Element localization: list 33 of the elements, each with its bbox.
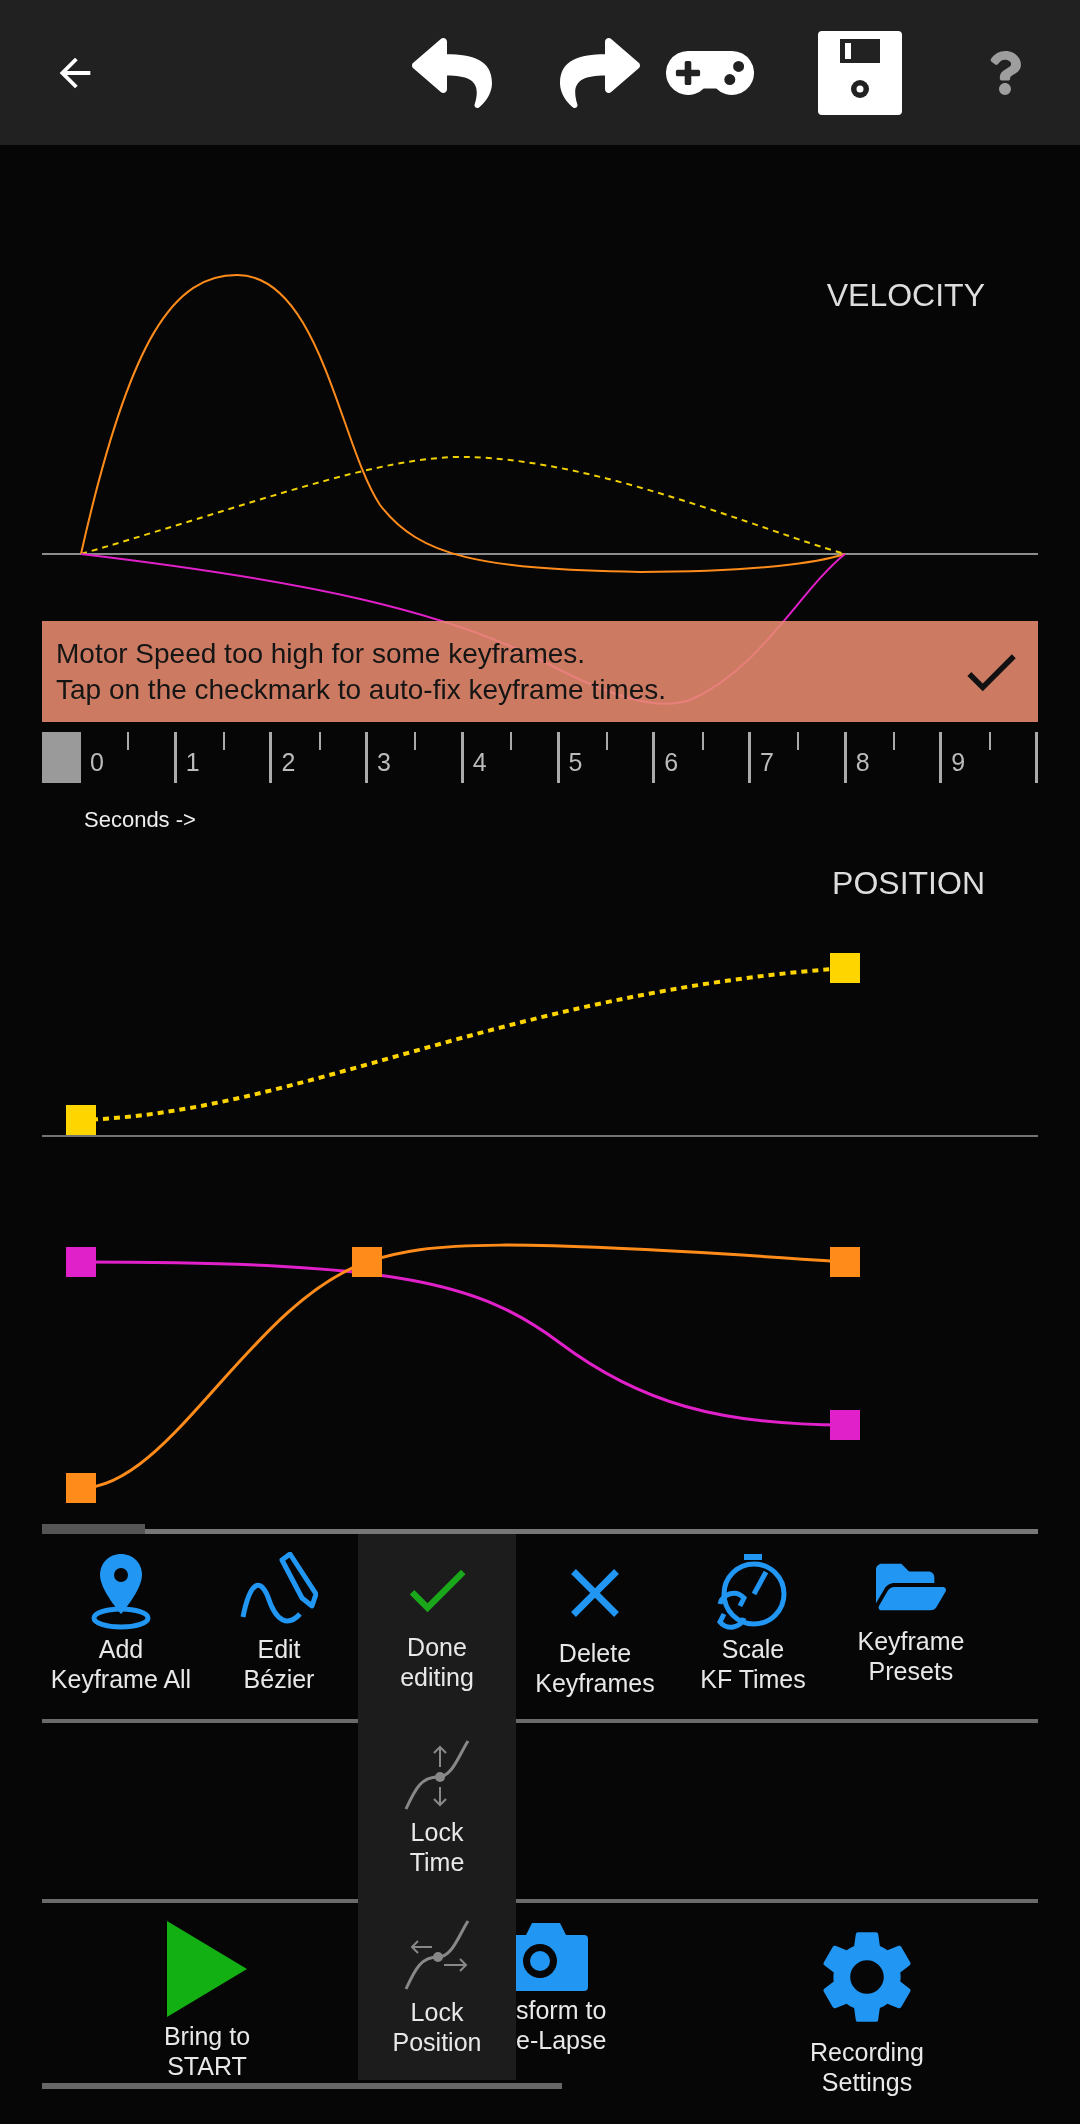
tick-label: 9 [950, 748, 966, 778]
tick-label: 1 [184, 748, 200, 778]
tick-label: 2 [280, 748, 296, 778]
toolbar-button[interactable]: Add Keyframe All [42, 1534, 200, 1719]
scroll-thumb[interactable] [42, 1524, 145, 1534]
warning-text: Motor Speed too high for some keyframes. Tap on the checkmark to auto-fix keyframe times. [56, 636, 667, 707]
keyframe-marker[interactable] [830, 953, 860, 983]
playhead-handle[interactable] [42, 732, 81, 783]
axis-label: Seconds -> [83, 807, 197, 833]
keyframe-marker[interactable] [352, 1247, 382, 1277]
keyframe-marker[interactable] [66, 1105, 96, 1135]
play-icon [167, 1921, 247, 2017]
toolbar-button[interactable]: Scale KF Times [674, 1534, 832, 1719]
keyframe-marker[interactable] [66, 1473, 96, 1503]
tick-label: 4 [471, 748, 487, 778]
tick-label: 6 [663, 748, 679, 778]
menu-item[interactable]: Lock Time [358, 1719, 516, 1899]
keyframe-marker[interactable] [830, 1410, 860, 1440]
tick-label: 8 [854, 748, 870, 778]
tick-label: 3 [376, 748, 391, 778]
toolbar-button[interactable]: Delete Keyframes [516, 1534, 674, 1719]
tick-label: 0 [89, 748, 104, 778]
location-pin-icon [90, 1552, 152, 1630]
position-title: POSITION [832, 865, 985, 901]
tick-label: 7 [758, 748, 774, 778]
toolbar-button[interactable]: Edit Bézier [200, 1534, 358, 1719]
toolbar-button[interactable]: Recording Settings [702, 1903, 1032, 2097]
toolbar-button[interactable]: Keyframe Presets [832, 1534, 990, 1719]
keyframe-marker[interactable] [830, 1247, 860, 1277]
tick-label: 5 [567, 748, 583, 778]
menu-item[interactable]: Done editing [358, 1534, 516, 1719]
keyframe-marker[interactable] [66, 1247, 96, 1277]
velocity-title: VELOCITY [826, 277, 985, 314]
